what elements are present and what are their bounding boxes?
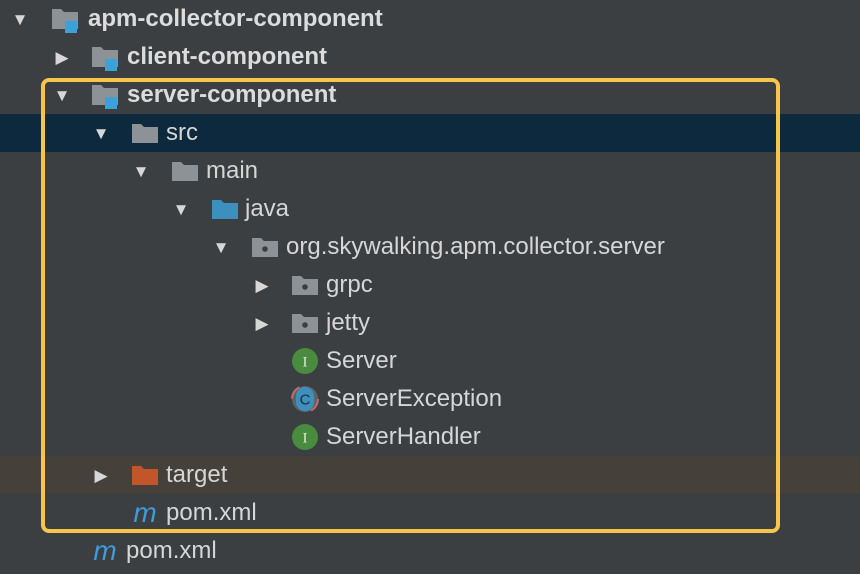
tree-node-label: src — [166, 119, 198, 146]
tree-node-label: ServerHandler — [326, 423, 481, 450]
tree-row-main[interactable]: ▼ main — [0, 152, 860, 190]
module-folder-icon — [90, 80, 120, 110]
excluded-folder-icon — [130, 460, 160, 490]
collapse-arrow-icon[interactable]: ▶ — [91, 465, 111, 485]
tree-row-pom-root[interactable]: m pom.xml — [0, 532, 860, 570]
tree-node-label: main — [206, 157, 259, 184]
package-icon — [250, 232, 280, 262]
tree-node-label: apm-collector-component — [88, 5, 383, 32]
tree-node-label: server-component — [127, 81, 337, 108]
tree-node-label: target — [166, 461, 228, 488]
tree-node-label: client-component — [127, 43, 328, 70]
interface-icon: I — [290, 346, 320, 376]
expand-arrow-icon[interactable]: ▼ — [131, 161, 151, 181]
folder-icon — [130, 118, 160, 148]
expand-arrow-icon[interactable]: ▼ — [171, 199, 191, 219]
tree-node-label: java — [245, 195, 290, 222]
module-folder-icon — [50, 4, 80, 34]
interface-icon: I — [290, 422, 320, 452]
package-icon — [290, 308, 320, 338]
tree-row-server-interface[interactable]: I Server — [0, 342, 860, 380]
source-root-folder-icon — [210, 194, 240, 224]
collapse-arrow-icon[interactable]: ▶ — [52, 47, 72, 67]
tree-row-target[interactable]: ▶ target — [0, 456, 860, 494]
tree-node-label: pom.xml — [166, 499, 257, 526]
tree-row-apm-collector-component[interactable]: ▼ apm-collector-component — [0, 0, 860, 38]
expand-arrow-icon[interactable]: ▼ — [211, 237, 231, 257]
tree-row-server-exception[interactable]: C ServerException — [0, 380, 860, 418]
tree-row-src[interactable]: ▼ src — [0, 114, 860, 152]
collapse-arrow-icon[interactable]: ▶ — [252, 275, 272, 295]
expand-arrow-icon[interactable]: ▼ — [52, 85, 72, 105]
module-folder-icon — [90, 42, 120, 72]
tree-row-package-root[interactable]: ▼ org.skywalking.apm.collector.server — [0, 228, 860, 266]
tree-row-jetty[interactable]: ▶ jetty — [0, 304, 860, 342]
tree-row-server-handler[interactable]: I ServerHandler — [0, 418, 860, 456]
interface-badge-letter: I — [303, 355, 308, 371]
tree-row-client-component[interactable]: ▶ client-component — [0, 38, 860, 76]
tree-row-server-component[interactable]: ▼ server-component — [0, 76, 860, 114]
expand-arrow-icon[interactable]: ▼ — [91, 123, 111, 143]
maven-icon: m — [130, 497, 160, 528]
maven-badge-letter: m — [133, 498, 156, 528]
tree-node-label: Server — [326, 347, 397, 374]
folder-icon — [170, 156, 200, 186]
tree-row-grpc[interactable]: ▶ grpc — [0, 266, 860, 304]
package-icon — [290, 270, 320, 300]
exception-class-icon: C — [290, 384, 320, 414]
project-tree: ▼ apm-collector-component ▶ client-compo… — [0, 0, 860, 574]
tree-node-label: grpc — [326, 271, 373, 298]
maven-badge-letter: m — [93, 536, 116, 566]
class-badge-letter: C — [300, 392, 311, 409]
tree-row-java[interactable]: ▼ java — [0, 190, 860, 228]
tree-node-label: ServerException — [326, 385, 503, 412]
collapse-arrow-icon[interactable]: ▶ — [252, 313, 272, 333]
tree-node-label: pom.xml — [126, 537, 217, 564]
tree-node-label: jetty — [326, 309, 371, 336]
tree-row-pom-server[interactable]: m pom.xml — [0, 494, 860, 532]
interface-badge-letter: I — [303, 431, 308, 447]
expand-arrow-icon[interactable]: ▼ — [10, 9, 30, 29]
tree-node-label: org.skywalking.apm.collector.server — [286, 233, 665, 260]
maven-icon: m — [90, 535, 120, 566]
